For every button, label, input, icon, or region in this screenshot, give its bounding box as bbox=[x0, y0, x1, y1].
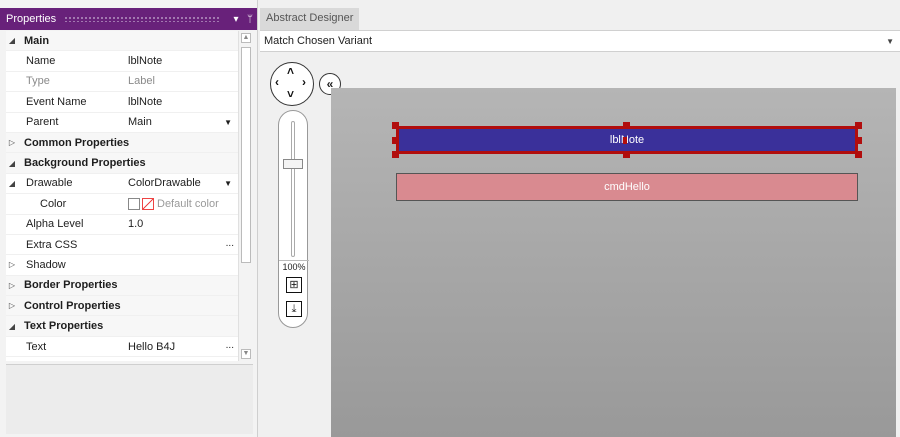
fit-to-screen-icon[interactable]: ⊞ bbox=[286, 277, 302, 293]
resize-handle[interactable] bbox=[855, 151, 862, 158]
property-description-area bbox=[6, 364, 253, 434]
property-row[interactable]: Type Label bbox=[6, 72, 238, 93]
property-row[interactable]: Parent Main ▼ bbox=[6, 113, 238, 133]
property-key: Color bbox=[40, 197, 67, 210]
properties-title-bar: Properties ▾ ᛘ bbox=[0, 8, 257, 30]
property-row[interactable]: ▷ Shadow bbox=[6, 255, 238, 276]
property-row[interactable]: Event Name lblNote bbox=[6, 92, 238, 113]
property-category[interactable]: ▷ Control Properties bbox=[6, 296, 238, 317]
resize-handle[interactable] bbox=[623, 122, 630, 129]
drag-grip[interactable] bbox=[64, 16, 221, 22]
resize-handle[interactable] bbox=[855, 122, 862, 129]
expand-triangle-icon[interactable]: ▷ bbox=[6, 138, 18, 147]
variant-label: Match Chosen Variant bbox=[264, 35, 373, 47]
property-key: Shadow bbox=[26, 258, 66, 271]
property-value[interactable]: Main bbox=[122, 116, 238, 128]
chevron-down-icon[interactable]: ▾ bbox=[229, 14, 243, 25]
category-label: Control Properties bbox=[24, 299, 121, 312]
property-key: Parent bbox=[26, 116, 59, 129]
expand-triangle-icon[interactable]: ▷ bbox=[6, 301, 18, 310]
resize-handle[interactable] bbox=[392, 151, 399, 158]
pan-right-icon[interactable]: › bbox=[302, 75, 306, 89]
property-category[interactable]: ◢ Text Properties bbox=[6, 316, 238, 337]
property-value[interactable]: ColorDrawable bbox=[122, 177, 238, 189]
ellipsis-button[interactable]: ... bbox=[226, 238, 234, 249]
property-row[interactable]: Color Default color bbox=[6, 194, 238, 215]
pin-icon[interactable]: ᛘ bbox=[243, 14, 257, 25]
zoom-control: 100% ⊞ ⤓ bbox=[278, 110, 309, 328]
property-category[interactable]: ▷ Border Properties bbox=[6, 275, 238, 297]
property-row[interactable]: Alpha Level 1.0 bbox=[6, 215, 238, 235]
pan-up-icon[interactable]: ˄ bbox=[287, 64, 294, 78]
variant-selector[interactable]: Match Chosen Variant ▼ bbox=[260, 30, 900, 52]
property-value[interactable]: 1.0 bbox=[122, 218, 238, 230]
property-key: Name bbox=[26, 55, 56, 68]
property-key: Extra CSS bbox=[26, 238, 78, 251]
ellipsis-button[interactable]: ... bbox=[226, 340, 234, 351]
category-label: Border Properties bbox=[24, 279, 118, 292]
center-handle[interactable] bbox=[623, 137, 627, 144]
collapse-triangle-icon[interactable]: ◢ bbox=[6, 179, 18, 188]
label-view-lblnote[interactable]: lblNote bbox=[396, 126, 858, 154]
property-value[interactable]: lblNote bbox=[122, 96, 238, 108]
scroll-thumb[interactable] bbox=[241, 47, 251, 263]
reset-zoom-icon[interactable]: ⤓ bbox=[286, 301, 302, 317]
chevron-down-icon[interactable]: ▼ bbox=[224, 179, 232, 188]
property-key: Alpha Level bbox=[26, 218, 84, 231]
expand-triangle-icon[interactable]: ▷ bbox=[6, 281, 18, 290]
property-row[interactable]: Name lblNote bbox=[6, 51, 238, 72]
no-color-icon bbox=[142, 197, 154, 210]
tab-abstract-designer[interactable]: Abstract Designer bbox=[260, 8, 360, 30]
property-key: Event Name bbox=[26, 95, 87, 108]
chevron-down-icon[interactable]: ▼ bbox=[886, 37, 894, 46]
property-key: Drawable bbox=[26, 177, 73, 190]
pan-down-icon[interactable]: ˅ bbox=[287, 87, 294, 101]
button-view-cmdhello[interactable]: cmdHello bbox=[396, 173, 858, 201]
property-row[interactable]: ◢ Drawable ColorDrawable ▼ bbox=[6, 174, 238, 195]
resize-handle[interactable] bbox=[392, 137, 399, 144]
zoom-slider-track[interactable] bbox=[291, 121, 295, 257]
category-label: Background Properties bbox=[24, 157, 146, 170]
resize-handle[interactable] bbox=[392, 122, 399, 129]
property-value[interactable]: lblNote bbox=[122, 55, 238, 67]
collapse-triangle-icon[interactable]: ◢ bbox=[6, 159, 18, 168]
scroll-down-icon[interactable]: ▼ bbox=[241, 349, 251, 359]
properties-panel: Properties ▾ ᛘ ◢ Main Name lblNote Type Label… bbox=[0, 0, 258, 437]
scroll-up-icon[interactable]: ▲ bbox=[241, 33, 251, 43]
property-row[interactable]: Extra CSS... bbox=[6, 235, 238, 256]
resize-handle[interactable] bbox=[623, 151, 630, 158]
color-value: Default color bbox=[157, 197, 219, 210]
property-value[interactable]: Label bbox=[122, 75, 238, 87]
property-key: Type bbox=[26, 75, 50, 88]
resize-handle[interactable] bbox=[855, 137, 862, 144]
property-value[interactable]: Default color bbox=[122, 198, 238, 210]
pan-navigation-control[interactable]: ˄ ˅ ‹ › bbox=[270, 62, 314, 106]
chevron-down-icon[interactable]: ▼ bbox=[224, 118, 232, 127]
zoom-level: 100% bbox=[279, 260, 309, 272]
property-grid-scrollbar[interactable]: ▲ ▼ bbox=[238, 31, 252, 361]
property-category[interactable]: ◢ Main bbox=[6, 31, 238, 52]
property-category[interactable]: ◢ Background Properties bbox=[6, 153, 238, 174]
collapse-triangle-icon[interactable]: ◢ bbox=[6, 36, 18, 45]
property-category[interactable]: ▷ Common Properties bbox=[6, 132, 238, 154]
category-label: Common Properties bbox=[24, 136, 130, 149]
category-label: Text Properties bbox=[24, 320, 104, 333]
pan-left-icon[interactable]: ‹ bbox=[275, 75, 279, 89]
property-value[interactable]: Hello B4J bbox=[122, 341, 238, 353]
properties-title: Properties bbox=[6, 13, 57, 25]
property-grid: ◢ Main Name lblNote Type Label Event Name lblNo… bbox=[6, 31, 238, 361]
collapse-triangle-icon[interactable]: ◢ bbox=[6, 322, 18, 331]
category-label: Main bbox=[24, 34, 50, 47]
zoom-slider-thumb[interactable] bbox=[283, 159, 303, 169]
property-key: Text bbox=[26, 340, 47, 353]
color-swatch-icon[interactable] bbox=[128, 197, 140, 210]
property-row[interactable]: Text Hello B4J... bbox=[6, 337, 238, 358]
expand-triangle-icon[interactable]: ▷ bbox=[6, 260, 18, 269]
